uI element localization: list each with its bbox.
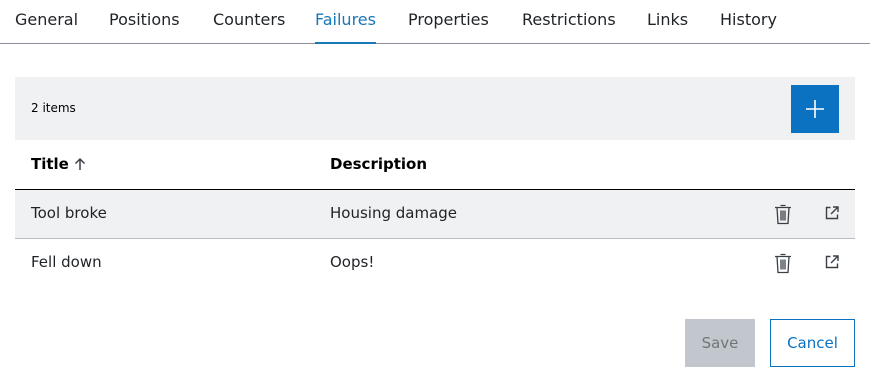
plus-icon: [806, 100, 824, 118]
table-toolbar: 2 items: [15, 77, 855, 140]
tab-positions[interactable]: Positions: [109, 10, 180, 44]
sort-ascending-icon[interactable]: [74, 157, 86, 171]
cell-description: Housing damage: [330, 204, 458, 222]
add-failure-button[interactable]: [791, 85, 839, 133]
tab-history[interactable]: History: [720, 10, 777, 44]
tab-general[interactable]: General: [15, 10, 78, 44]
item-count: 2 items: [31, 101, 76, 115]
tab-bar: General Positions Counters Failures Prop…: [0, 0, 870, 44]
column-header-description[interactable]: Description: [330, 155, 427, 173]
tab-properties[interactable]: Properties: [408, 10, 489, 44]
cancel-button[interactable]: Cancel: [770, 319, 855, 367]
table-header: Title Description: [15, 140, 855, 190]
table-row[interactable]: Fell down Oops!: [15, 239, 855, 288]
trash-icon[interactable]: [774, 252, 792, 274]
column-header-title[interactable]: Title: [31, 155, 69, 173]
trash-icon[interactable]: [774, 203, 792, 225]
table-row[interactable]: Tool broke Housing damage: [15, 190, 855, 239]
cell-title: Fell down: [31, 253, 102, 271]
tab-failures[interactable]: Failures: [315, 10, 376, 44]
external-link-icon[interactable]: [824, 254, 840, 270]
save-button[interactable]: Save: [685, 319, 755, 367]
external-link-icon[interactable]: [824, 205, 840, 221]
tab-restrictions[interactable]: Restrictions: [522, 10, 616, 44]
cell-description: Oops!: [330, 253, 375, 271]
tab-counters[interactable]: Counters: [213, 10, 285, 44]
cell-title: Tool broke: [31, 204, 107, 222]
tab-links[interactable]: Links: [647, 10, 688, 44]
